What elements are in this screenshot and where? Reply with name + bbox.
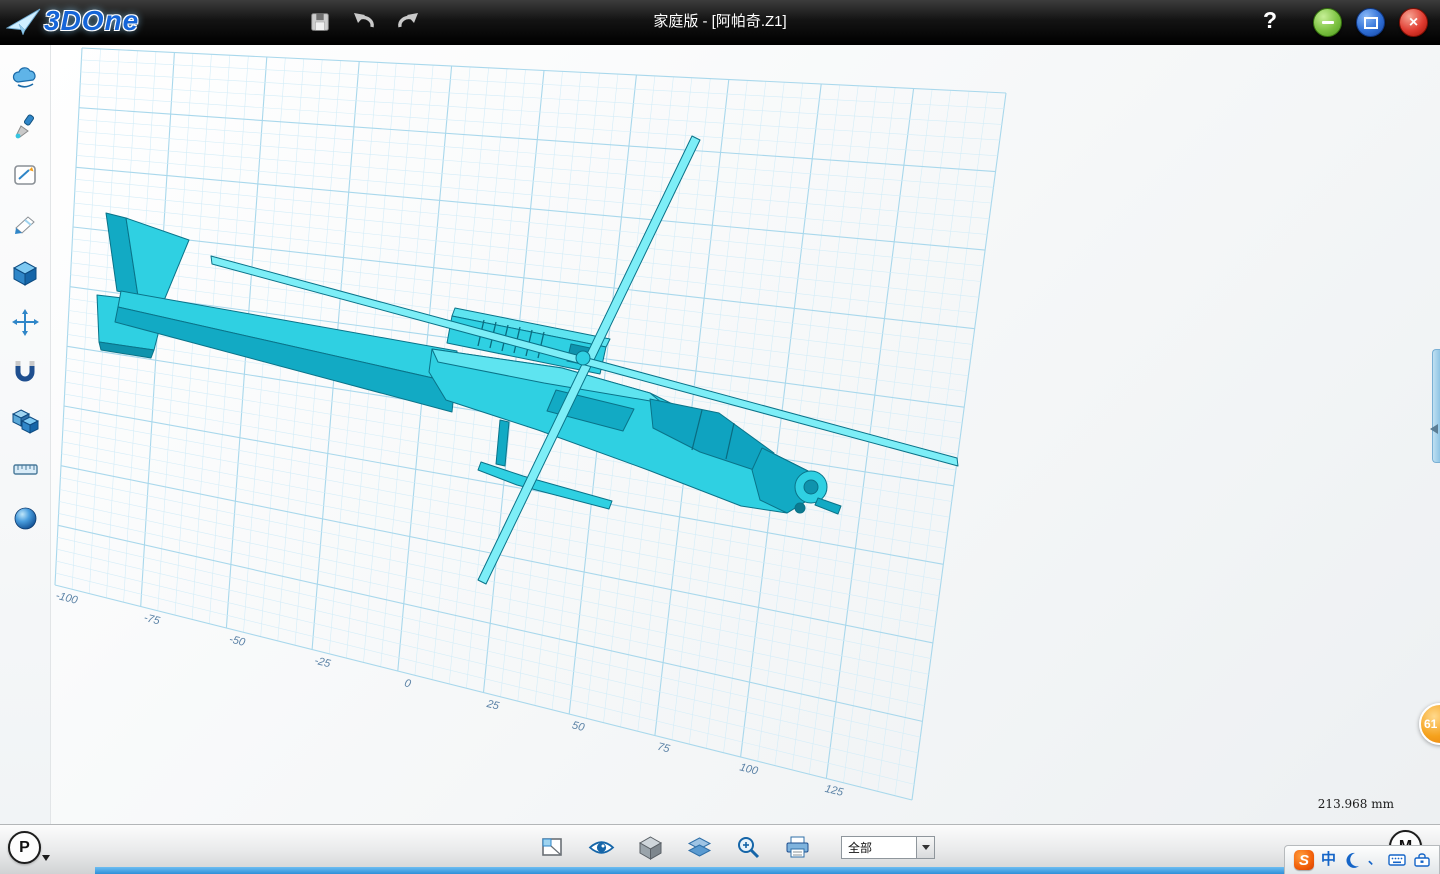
axis-label: -75 — [143, 612, 162, 628]
close-button[interactable]: × — [1399, 8, 1428, 37]
display-filter-select[interactable]: 全部 — [841, 836, 935, 859]
ime-toolbar: S 中 、 — [1284, 845, 1440, 874]
ime-punctuation-toggle[interactable]: 、 — [1368, 850, 1381, 870]
undo-icon[interactable] — [350, 8, 378, 36]
render-material-icon[interactable] — [12, 64, 39, 91]
window-controls: × — [1313, 8, 1428, 37]
axis-label: -100 — [54, 590, 79, 607]
axis-label: 25 — [485, 698, 502, 713]
close-icon: × — [1409, 14, 1418, 32]
axis-label: 75 — [656, 741, 672, 756]
left-toolbar — [0, 44, 51, 825]
help-button[interactable]: ? — [1263, 7, 1277, 34]
minimize-icon — [1322, 21, 1334, 24]
layers-icon[interactable] — [686, 834, 713, 861]
assembly-magnet-icon[interactable] — [12, 358, 39, 385]
restore-button[interactable] — [1356, 8, 1385, 37]
window-title: 家庭版 - [阿帕奇.Z1] — [0, 0, 1440, 44]
pattern-button-label: P — [19, 839, 30, 857]
ime-keyboard-icon[interactable] — [1388, 851, 1406, 869]
viewport[interactable]: -100-75-50-250255075100125 i3DOne — [51, 44, 1440, 825]
combine-solids-icon[interactable] — [12, 407, 39, 434]
ime-logo[interactable]: S — [1294, 850, 1314, 870]
visibility-eye-icon[interactable] — [588, 834, 615, 861]
view-cube-icon[interactable] — [637, 834, 664, 861]
material-sphere-icon[interactable] — [12, 505, 39, 532]
sketch-edit-icon[interactable] — [12, 211, 39, 238]
minimize-button[interactable] — [1313, 8, 1342, 37]
app-logo: 3DOne — [6, 5, 139, 37]
display-filter-value: 全部 — [842, 839, 916, 856]
measurement-readout: 213.968 mm — [1318, 797, 1394, 811]
transform-move-icon[interactable] — [12, 309, 39, 336]
sketch-icon[interactable] — [12, 162, 39, 189]
helicopter-model[interactable] — [97, 136, 958, 584]
show-plane-icon[interactable] — [539, 834, 566, 861]
zoom-icon[interactable] — [735, 834, 762, 861]
ime-language-toggle[interactable]: 中 — [1321, 850, 1336, 870]
axis-label: 0 — [403, 677, 413, 690]
notification-count: 61 — [1424, 717, 1437, 731]
brand-text: 3DOne — [44, 5, 139, 37]
ime-toolbox-icon[interactable] — [1413, 851, 1431, 869]
axis-label: 100 — [738, 761, 760, 777]
view-tools: 全部 — [539, 834, 935, 861]
ime-fullwidth-moon-icon[interactable] — [1343, 851, 1361, 869]
axis-label: -25 — [313, 655, 332, 671]
axis-label: -50 — [228, 633, 247, 649]
titlebar: 3DOne 家庭版 - [阿帕奇.Z1] ? × — [0, 0, 1440, 45]
chevron-down-icon — [922, 845, 930, 850]
feature-solid-icon[interactable] — [12, 260, 39, 287]
3d-canvas[interactable]: -100-75-50-250255075100125 i3DOne — [51, 44, 1440, 825]
paint-color-icon[interactable] — [12, 113, 39, 140]
pattern-dropdown-caret-icon[interactable] — [42, 855, 50, 861]
axis-label: 125 — [824, 783, 846, 799]
print-icon[interactable] — [784, 834, 811, 861]
bottom-toolbar: P — [0, 824, 1440, 874]
expand-panel-arrow-icon[interactable] — [1430, 424, 1438, 434]
measure-ruler-icon[interactable] — [12, 456, 39, 483]
display-filter-arrow-box[interactable] — [916, 837, 934, 858]
taskbar-strip — [95, 867, 1440, 874]
redo-icon[interactable] — [394, 8, 422, 36]
paper-plane-icon — [6, 6, 42, 36]
axis-label: 50 — [571, 719, 587, 734]
collapsed-panel-handle[interactable] — [1432, 349, 1440, 463]
quick-toolbar — [306, 0, 422, 44]
pattern-button[interactable]: P — [8, 831, 41, 864]
save-icon[interactable] — [306, 8, 334, 36]
restore-icon — [1364, 17, 1378, 29]
